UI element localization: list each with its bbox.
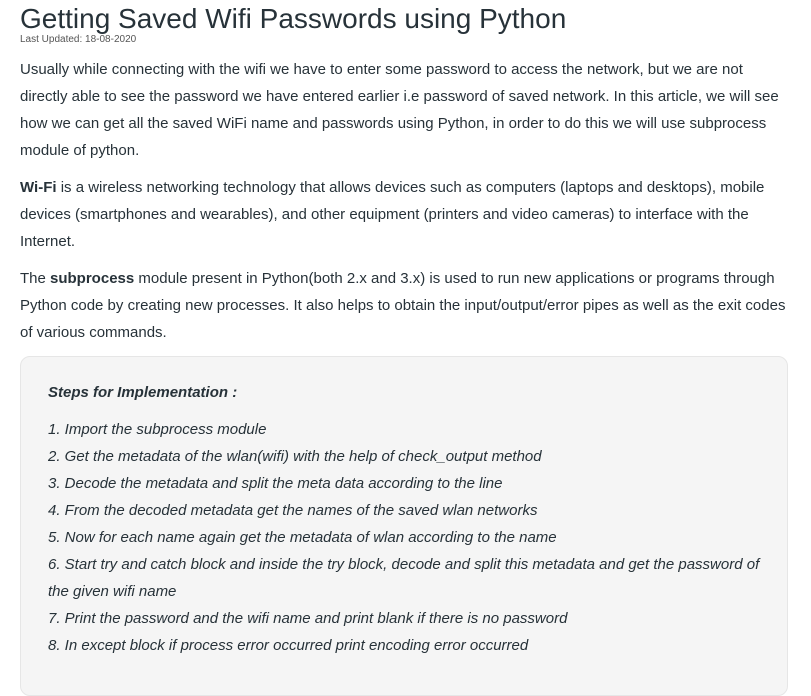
wifi-description: is a wireless networking technology that… <box>20 179 765 250</box>
intro-paragraph: Usually while connecting with the wifi w… <box>20 61 779 159</box>
step-item: 2. Get the metadata of the wlan(wifi) wi… <box>48 448 542 465</box>
step-item: 8. In except block if process error occu… <box>48 637 529 654</box>
article: Getting Saved Wifi Passwords using Pytho… <box>20 0 788 696</box>
subprocess-paragraph: The subprocess module present in Python(… <box>20 265 788 346</box>
step-item: 5. Now for each name again get the metad… <box>48 529 557 546</box>
subprocess-prefix: The <box>20 270 51 287</box>
steps-heading: Steps for Implementation : <box>48 384 238 401</box>
wifi-term: Wi-Fi <box>20 179 57 196</box>
step-item: 4. From the decoded metadata get the nam… <box>48 502 538 519</box>
steps-box: Steps for Implementation : 1. Import the… <box>20 356 788 696</box>
article-title: Getting Saved Wifi Passwords using Pytho… <box>20 3 567 34</box>
steps-list: 1. Import the subprocess module 2. Get t… <box>48 416 767 659</box>
subprocess-term: subprocess <box>50 270 135 287</box>
step-item: 7. Print the password and the wifi name … <box>48 610 568 627</box>
step-item: 6. Start try and catch block and inside … <box>48 556 760 600</box>
wifi-paragraph: Wi-Fi is a wireless networking technolog… <box>20 174 788 255</box>
step-item: 1. Import the subprocess module <box>48 421 267 438</box>
step-item: 3. Decode the metadata and split the met… <box>48 475 503 492</box>
subprocess-description: module present in Python(both 2.x and 3.… <box>20 270 786 341</box>
